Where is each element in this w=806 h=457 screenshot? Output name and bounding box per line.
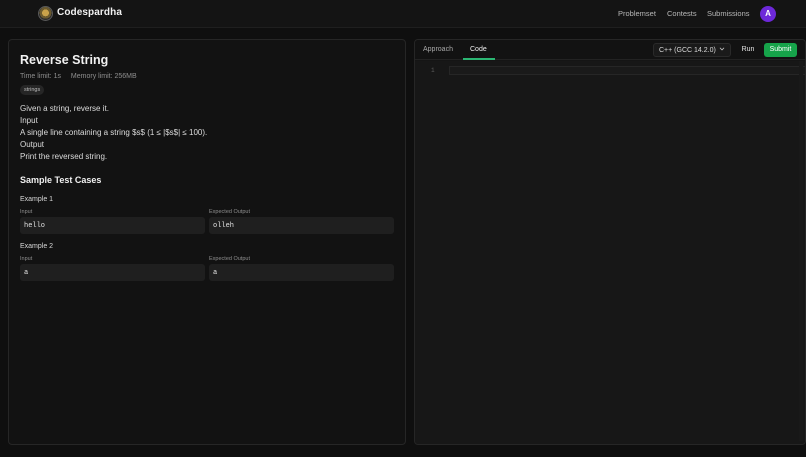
description-line: Given a string, reverse it. (20, 104, 109, 113)
editor-panel: Approach Code C++ (GCC 14.2.0) Run Submi… (414, 39, 806, 445)
time-limit: Time limit: 1s (20, 73, 61, 80)
language-value: C++ (GCC 14.2.0) (659, 47, 716, 54)
code-editor[interactable]: 1 (415, 61, 805, 444)
top-navbar: Codespardha Problemset Contests Submissi… (0, 0, 806, 28)
problem-panel: Reverse String Time limit: 1s Memory lim… (8, 39, 406, 445)
example-output: olleh (209, 217, 394, 234)
nav-problemset[interactable]: Problemset (618, 9, 656, 18)
avatar[interactable]: A (760, 6, 776, 22)
editor-tabs: Approach Code C++ (GCC 14.2.0) Run Submi… (415, 40, 805, 60)
example-title: Example 2 (20, 243, 54, 250)
line-number: 1 (431, 67, 435, 74)
example-title: Example 1 (20, 196, 54, 203)
editor-scrollbar[interactable] (799, 61, 803, 441)
samples-heading: Sample Test Cases (20, 175, 102, 185)
description-line: Print the reversed string. (20, 152, 108, 161)
input-label: Input (20, 256, 33, 262)
language-select[interactable]: C++ (GCC 14.2.0) (653, 43, 731, 57)
output-label: Expected Output (209, 256, 250, 262)
output-label: Expected Output (209, 209, 250, 215)
tab-code[interactable]: Code (470, 46, 487, 53)
problem-title: Reverse String (20, 53, 109, 67)
current-line-highlight (449, 66, 805, 75)
brand-name[interactable]: Codespardha (57, 7, 122, 18)
active-tab-indicator (463, 58, 495, 60)
nav-submissions[interactable]: Submissions (707, 9, 750, 18)
tab-approach[interactable]: Approach (423, 46, 453, 53)
tag-badge: strings (20, 85, 45, 95)
chevron-down-icon (719, 47, 725, 51)
example-output: a (209, 264, 394, 281)
submit-button[interactable]: Submit (764, 43, 797, 57)
run-button[interactable]: Run (737, 43, 759, 57)
description-line: A single line containing a string $s$ (1… (20, 128, 208, 137)
input-label: Input (20, 209, 33, 215)
logo-icon[interactable] (38, 6, 53, 21)
problem-limits: Time limit: 1s Memory limit: 256MB (20, 73, 137, 80)
description-heading-input: Input (20, 116, 38, 125)
description-heading-output: Output (20, 140, 45, 149)
example-input: a (20, 264, 205, 281)
memory-limit: Memory limit: 256MB (70, 73, 137, 80)
nav-contests[interactable]: Contests (667, 9, 697, 18)
example-input: hello (20, 217, 205, 234)
